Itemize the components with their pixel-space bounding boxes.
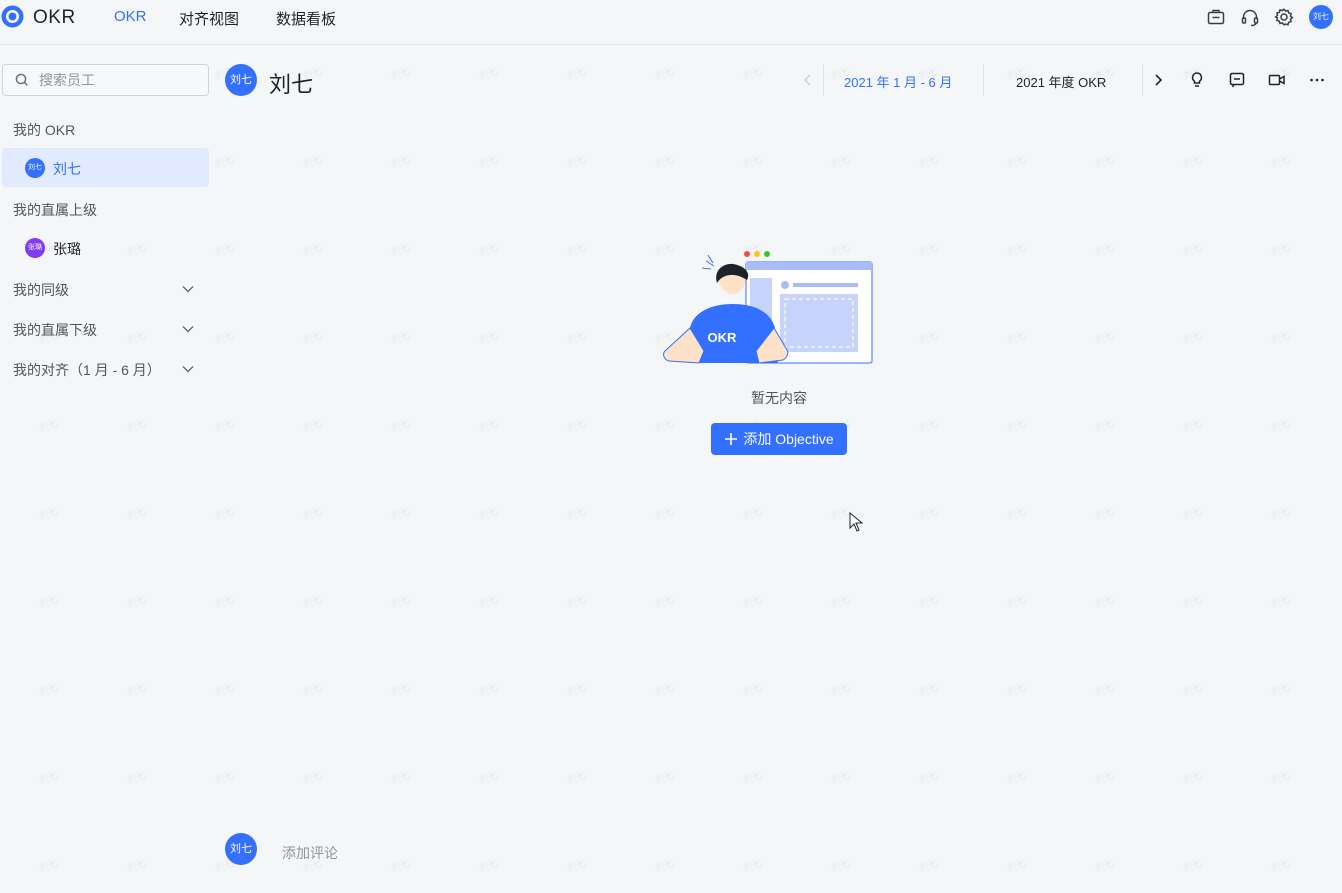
illustration-label: OKR (708, 330, 738, 345)
comment-avatar: 刘七 (225, 833, 257, 865)
period-h1-2021[interactable]: 2021 年 1 月 - 6 月 (844, 72, 952, 91)
add-objective-button[interactable]: 添加 Objective (711, 423, 847, 455)
avatar: 张璐 (25, 238, 45, 258)
owner-name: 刘七 (269, 72, 314, 97)
period-year-2021[interactable]: 2021 年度 OKR (1016, 72, 1106, 91)
more-icon[interactable] (1307, 70, 1327, 90)
chevron-down-icon[interactable] (181, 362, 195, 376)
plus-icon (725, 433, 738, 445)
period-divider (983, 64, 984, 96)
peers-label[interactable]: 我的同级 (13, 280, 69, 300)
cursor-icon (849, 512, 863, 532)
subordinates-label[interactable]: 我的直属下级 (13, 320, 97, 340)
chevron-down-icon[interactable] (181, 282, 195, 296)
person-name: 张璐 (53, 241, 81, 257)
video-icon[interactable] (1267, 70, 1287, 90)
nav-okr[interactable]: OKR (114, 8, 147, 25)
lightbulb-icon[interactable] (1187, 70, 1207, 90)
gear-icon[interactable] (1273, 6, 1295, 28)
my-okr-label: 我的 OKR (13, 122, 76, 138)
avatar: 刘七 (25, 158, 45, 178)
top-bar: OKR OKR 对齐视图 数据看板 刘七 (0, 0, 1342, 45)
search-box[interactable] (2, 64, 209, 96)
comment-input[interactable] (270, 841, 1320, 865)
chevron-down-icon[interactable] (181, 322, 195, 336)
chevron-left-icon[interactable] (793, 64, 823, 96)
app-title: OKR (33, 7, 76, 28)
search-input[interactable] (37, 70, 197, 90)
nav-align-view[interactable]: 对齐视图 (179, 8, 239, 29)
chevron-right-icon[interactable] (1143, 64, 1173, 96)
owner-avatar: 刘七 (225, 64, 257, 96)
superior-label: 我的直属上级 (13, 202, 97, 218)
empty-state-illustration: OKR (663, 251, 873, 364)
period-switcher: 2021 年 1 月 - 6 月 2021 年度 OKR (823, 64, 1143, 96)
search-icon (15, 73, 28, 86)
sidebar-item-superior[interactable]: 张璐 张璐 (2, 228, 209, 267)
sidebar-item-my-okr[interactable]: 刘七 刘七 (2, 148, 209, 187)
alignment-label[interactable]: 我的对齐（1 月 - 6 月） (13, 360, 161, 380)
empty-state-text: 暂无内容 (751, 390, 807, 406)
nav-dashboard[interactable]: 数据看板 (276, 8, 336, 29)
briefcase-icon[interactable] (1205, 6, 1227, 28)
comment-icon[interactable] (1227, 70, 1247, 90)
okr-logo-icon (1, 5, 24, 28)
add-objective-label: 添加 Objective (743, 431, 834, 447)
user-avatar[interactable]: 刘七 (1309, 5, 1333, 29)
headset-icon[interactable] (1239, 6, 1261, 28)
person-name: 刘七 (53, 161, 81, 177)
